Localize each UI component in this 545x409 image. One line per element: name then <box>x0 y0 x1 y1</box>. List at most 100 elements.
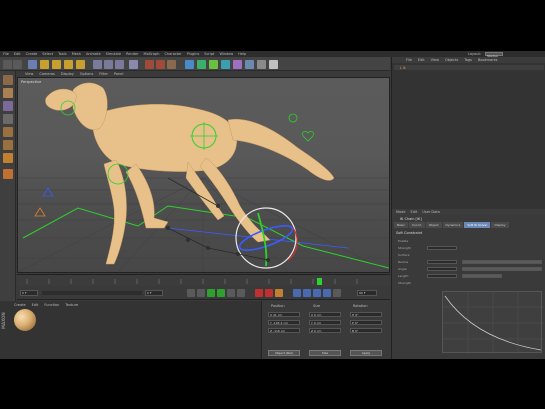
strength-field[interactable] <box>427 246 457 250</box>
length-field[interactable] <box>427 274 457 278</box>
edges-mode-icon[interactable] <box>3 140 13 150</box>
redo-icon[interactable] <box>13 60 22 69</box>
menu-file[interactable]: File <box>3 52 9 56</box>
workplane-icon[interactable] <box>3 114 13 124</box>
material-menu-texture[interactable]: Texture <box>65 303 78 307</box>
cube-icon[interactable] <box>185 60 194 69</box>
size-y-field[interactable]: Y 0 cm <box>309 320 341 325</box>
undo-icon[interactable] <box>3 60 12 69</box>
viewport-menu-view[interactable]: View <box>25 72 33 76</box>
y-axis-icon[interactable] <box>104 60 113 69</box>
menu-plugins[interactable]: Plugins <box>187 52 200 56</box>
rotation-key-icon[interactable] <box>313 289 321 297</box>
rot-b-field[interactable]: B 0° <box>350 328 382 333</box>
angle-slider[interactable] <box>462 267 542 271</box>
tab-soft-ik-solver[interactable]: Soft IK Solver <box>464 222 491 228</box>
menu-mesh[interactable]: Mesh <box>72 52 81 56</box>
timeline-ruler[interactable] <box>17 274 390 286</box>
rotate-icon[interactable] <box>64 60 73 69</box>
pos-z-field[interactable]: Z -116 cm <box>268 328 300 333</box>
menu-edit[interactable]: Edit <box>14 52 21 56</box>
snap-icon[interactable] <box>3 169 13 179</box>
pos-y-field[interactable]: Y -105.3 cm <box>268 320 300 325</box>
viewport-menu-panel[interactable]: Panel <box>114 72 123 76</box>
menu-simulate[interactable]: Simulate <box>106 52 121 56</box>
angle-field[interactable] <box>427 267 457 271</box>
nurbs-icon[interactable] <box>197 60 206 69</box>
3d-viewport[interactable]: Perspective <box>17 77 390 273</box>
rot-h-field[interactable]: H 0° <box>350 312 382 317</box>
record-keyframe-icon[interactable] <box>255 289 263 297</box>
tab-dynamics[interactable]: Dynamics <box>442 222 464 228</box>
tab-object[interactable]: Object <box>425 222 442 228</box>
viewport-menu-display[interactable]: Display <box>61 72 74 76</box>
preview-range-slider[interactable] <box>42 291 142 295</box>
object-row[interactable]: L Ik <box>394 65 544 70</box>
attr-menu-edit[interactable]: Edit <box>411 210 418 214</box>
array-icon[interactable] <box>221 60 230 69</box>
menu-animate[interactable]: Animate <box>86 52 101 56</box>
tab-coord[interactable]: Coord. <box>408 222 425 228</box>
viewport-menu-cameras[interactable]: Cameras <box>39 72 55 76</box>
material-menu-edit[interactable]: Edit <box>32 303 39 307</box>
falloff-graph[interactable] <box>442 291 543 354</box>
previous-key-icon[interactable] <box>197 289 205 297</box>
scene-icon[interactable] <box>245 60 254 69</box>
x-axis-icon[interactable] <box>93 60 102 69</box>
camera-icon[interactable] <box>257 60 266 69</box>
move-icon[interactable] <box>40 60 49 69</box>
length-slider[interactable] <box>462 274 502 278</box>
next-key-icon[interactable] <box>227 289 235 297</box>
tab-display[interactable]: Display <box>491 222 509 228</box>
play-backward-icon[interactable] <box>207 289 215 297</box>
material-menu-function[interactable]: Function <box>44 303 59 307</box>
material-preview[interactable] <box>14 309 36 331</box>
om-menu-file[interactable]: File <box>406 58 412 62</box>
deformer-icon[interactable] <box>233 60 242 69</box>
menu-script[interactable]: Script <box>204 52 214 56</box>
current-frame-field[interactable]: 0 F <box>145 290 163 296</box>
layout-dropdown[interactable]: Startup <box>485 52 503 58</box>
coord-system-icon[interactable] <box>129 60 138 69</box>
spline-icon[interactable] <box>209 60 218 69</box>
scale-icon[interactable] <box>52 60 61 69</box>
om-menu-view[interactable]: View <box>431 58 439 62</box>
attr-menu-user-data[interactable]: User Data <box>422 210 439 214</box>
go-to-start-icon[interactable] <box>187 289 195 297</box>
size-x-field[interactable]: X 0 cm <box>309 312 341 317</box>
menu-create[interactable]: Create <box>26 52 38 56</box>
attr-menu-mode[interactable]: Mode <box>396 210 406 214</box>
render-settings-icon[interactable] <box>167 60 176 69</box>
om-menu-tags[interactable]: Tags <box>464 58 472 62</box>
param-key-icon[interactable] <box>323 289 331 297</box>
om-menu-objects[interactable]: Objects <box>445 58 458 62</box>
make-editable-icon[interactable] <box>3 75 13 85</box>
menu-render[interactable]: Render <box>126 52 138 56</box>
rot-p-field[interactable]: P 0° <box>350 320 382 325</box>
play-forward-icon[interactable] <box>217 289 225 297</box>
pla-key-icon[interactable] <box>333 289 341 297</box>
tab-basic[interactable]: Basic <box>394 222 408 228</box>
menu-character[interactable]: Character <box>164 52 181 56</box>
menu-window[interactable]: Window <box>219 52 233 56</box>
pos-x-field[interactable]: X 41 cm <box>268 312 300 317</box>
go-to-end-icon[interactable] <box>237 289 245 297</box>
menu-select[interactable]: Select <box>42 52 53 56</box>
points-mode-icon[interactable] <box>3 127 13 137</box>
keyframe-selection-icon[interactable] <box>275 289 283 297</box>
autokey-icon[interactable] <box>265 289 273 297</box>
om-menu-bookmarks[interactable]: Bookmarks <box>478 58 498 62</box>
polygons-mode-icon[interactable] <box>3 153 13 163</box>
coord-mode-dropdown[interactable]: Object (Rel) <box>268 350 300 356</box>
z-axis-icon[interactable] <box>115 60 124 69</box>
texture-mode-icon[interactable] <box>3 101 13 111</box>
scale-key-icon[interactable] <box>303 289 311 297</box>
apply-button[interactable]: Apply <box>350 350 382 356</box>
size-z-field[interactable]: Z 0 cm <box>309 328 341 333</box>
menu-help[interactable]: Help <box>238 52 246 56</box>
menu-mograph[interactable]: MoGraph <box>144 52 160 56</box>
menu-tools[interactable]: Tools <box>58 52 67 56</box>
end-frame-field[interactable]: 90 F <box>357 290 377 296</box>
start-frame-field[interactable]: 0 F <box>20 290 38 296</box>
radius-field[interactable] <box>427 260 457 264</box>
